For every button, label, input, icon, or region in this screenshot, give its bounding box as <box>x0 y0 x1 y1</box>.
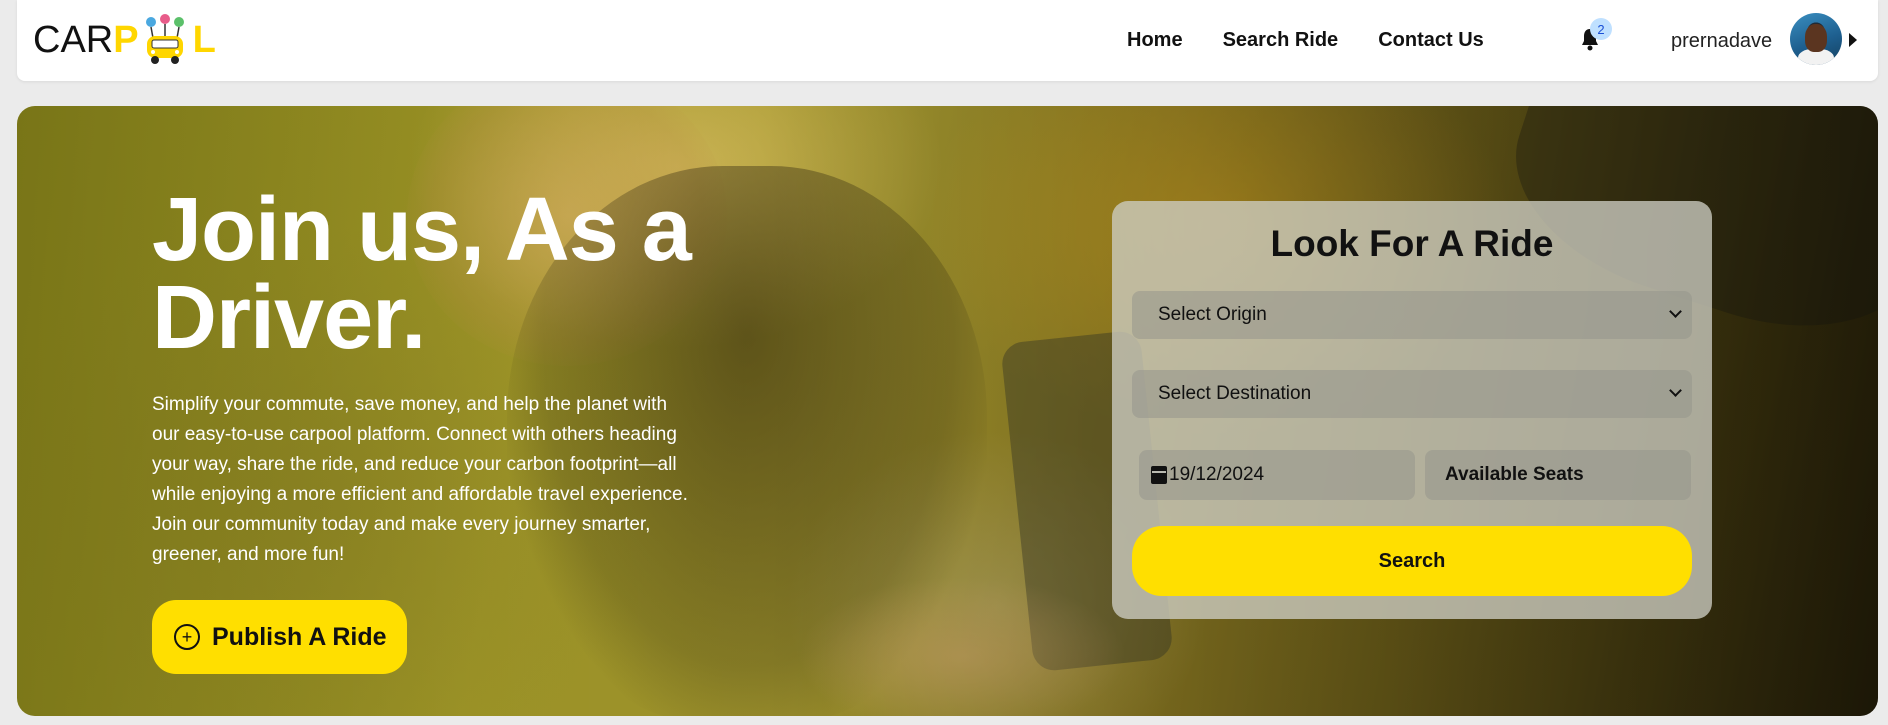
search-button[interactable]: Search <box>1132 526 1692 596</box>
available-seats-input[interactable]: Available Seats <box>1425 450 1691 500</box>
car-logo-icon <box>145 14 184 64</box>
calendar-icon <box>1151 466 1167 484</box>
destination-select[interactable]: Select Destination <box>1132 370 1692 418</box>
hero-description: Simplify your commute, save money, and h… <box>152 394 688 565</box>
plus-circle-icon: + <box>174 624 200 650</box>
avatar-face <box>1805 24 1827 52</box>
logo-text-l: L <box>192 18 216 61</box>
chevron-down-icon <box>1669 305 1682 318</box>
hero-section: Join us, As a Driver. Simplify your comm… <box>17 106 1878 716</box>
publish-ride-button[interactable]: + Publish A Ride <box>152 600 407 674</box>
chevron-down-icon <box>1669 384 1682 397</box>
available-seats-placeholder: Available Seats <box>1445 464 1584 485</box>
hero-title: Join us, As a Driver. <box>152 180 692 368</box>
nav-link-search-ride[interactable]: Search Ride <box>1223 25 1339 55</box>
logo-text-p: P <box>113 18 139 61</box>
nav-link-contact-us[interactable]: Contact Us <box>1378 25 1484 55</box>
publish-ride-label: Publish A Ride <box>212 622 387 651</box>
origin-select-value: Select Origin <box>1158 304 1267 325</box>
main-nav: Home Search Ride Contact Us <box>1127 25 1524 55</box>
search-card-title: Look For A Ride <box>1270 223 1554 264</box>
destination-select-value: Select Destination <box>1158 383 1312 404</box>
carpool-logo[interactable]: CAR P L <box>33 14 233 66</box>
search-ride-card: Look For A Ride Select Origin Select Des… <box>1112 201 1712 619</box>
date-input[interactable]: 19/12/2024 <box>1139 450 1415 500</box>
caret-right-icon[interactable] <box>1849 33 1857 47</box>
origin-select[interactable]: Select Origin <box>1132 291 1692 339</box>
date-input-value: 19/12/2024 <box>1169 464 1265 485</box>
avatar[interactable] <box>1790 13 1842 65</box>
notification-badge: 2 <box>1590 18 1612 40</box>
logo-text-car: CAR <box>33 18 114 61</box>
nav-link-home[interactable]: Home <box>1127 25 1183 55</box>
hero-content: Join us, As a Driver. Simplify your comm… <box>152 180 712 674</box>
username-label[interactable]: prernadave <box>1671 26 1772 56</box>
background-hand <box>797 576 1127 716</box>
